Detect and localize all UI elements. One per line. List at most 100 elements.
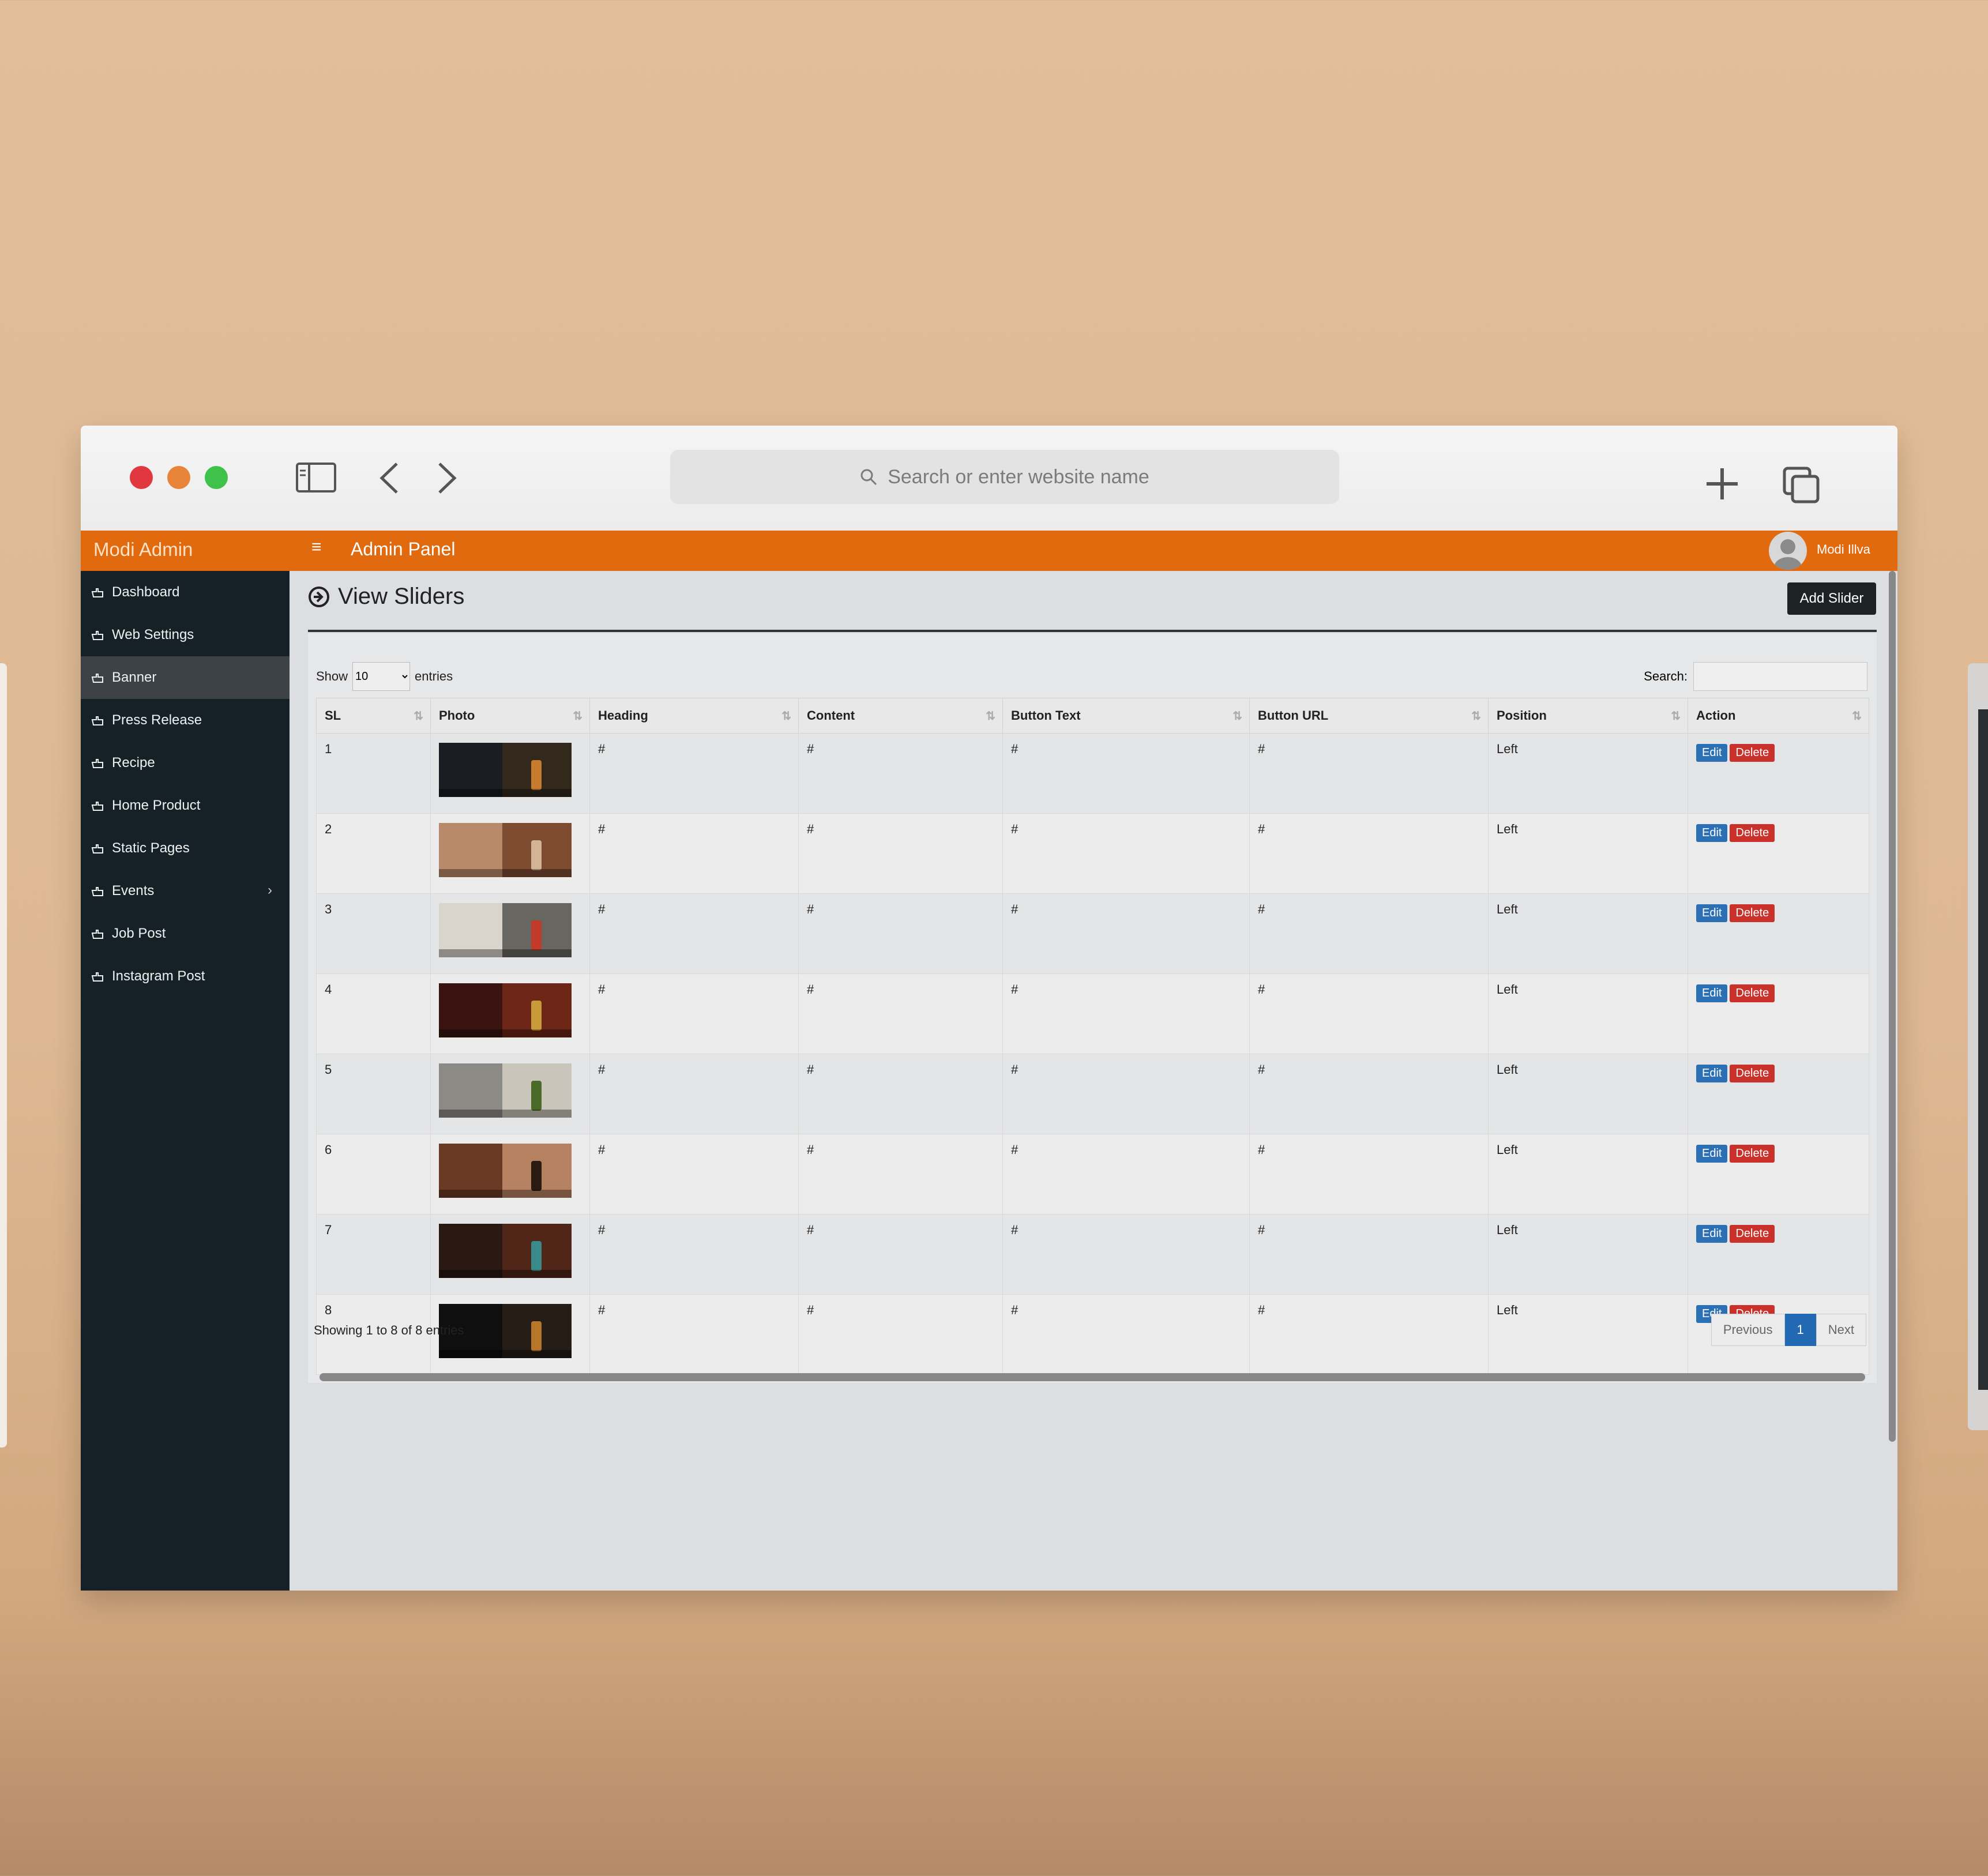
sidebar-item-dashboard[interactable]: Dashboard xyxy=(81,571,290,614)
column-header[interactable]: Position ⇅ xyxy=(1488,698,1688,734)
column-header[interactable]: Action ⇅ xyxy=(1688,698,1869,734)
sidebar: Dashboard Web Settings Banner Press Rele… xyxy=(81,571,290,1591)
table-row: 5 # # # # Left Edit Delete xyxy=(316,1054,1869,1134)
user-name[interactable]: Modi Illva xyxy=(1817,542,1870,557)
delete-button[interactable]: Delete xyxy=(1730,1145,1775,1163)
back-icon[interactable] xyxy=(375,460,404,496)
position-cell: Left xyxy=(1488,1214,1688,1295)
maximize-window-button[interactable] xyxy=(205,466,228,489)
edit-button[interactable]: Edit xyxy=(1696,824,1728,842)
button-url-cell: # xyxy=(1249,1054,1489,1134)
search-input[interactable] xyxy=(1693,662,1867,691)
vertical-scrollbar[interactable] xyxy=(1889,571,1896,1442)
action-cell: EditDelete xyxy=(1688,1134,1869,1215)
edit-button[interactable]: Edit xyxy=(1696,1225,1728,1243)
search-label: Search: xyxy=(1644,669,1688,683)
position-cell: Left xyxy=(1488,733,1688,814)
search-icon xyxy=(860,469,877,486)
sort-icon: ⇅ xyxy=(1471,710,1481,723)
column-header[interactable]: Heading ⇅ xyxy=(589,698,799,734)
heading-cell: # xyxy=(589,893,799,974)
background-window-left xyxy=(0,663,7,1448)
edit-button[interactable]: Edit xyxy=(1696,1145,1728,1163)
next-page-button[interactable]: Next xyxy=(1816,1314,1866,1346)
table-row: 3 # # # # Left Edit Delete xyxy=(316,893,1869,974)
column-header[interactable]: Button Text ⇅ xyxy=(1002,698,1250,734)
address-bar[interactable]: Search or enter website name xyxy=(670,450,1339,504)
tab-overview-icon[interactable] xyxy=(1782,466,1820,504)
scrollbar-thumb[interactable] xyxy=(320,1373,1865,1381)
column-header[interactable]: Photo ⇅ xyxy=(430,698,590,734)
horizontal-scrollbar[interactable] xyxy=(308,1371,1877,1383)
delete-button[interactable]: Delete xyxy=(1730,984,1775,1002)
delete-button[interactable]: Delete xyxy=(1730,744,1775,762)
sidebar-item-instagram-post[interactable]: Instagram Post xyxy=(81,955,290,998)
column-header[interactable]: SL ⇅ xyxy=(316,698,431,734)
sidebar-item-label: Events xyxy=(112,883,155,898)
sidebar-item-label: Instagram Post xyxy=(112,968,205,984)
hand-point-icon xyxy=(91,930,103,939)
button-url-cell: # xyxy=(1249,1294,1489,1375)
sidebar-toggle-icon[interactable] xyxy=(295,460,337,495)
sidebar-item-static-pages[interactable]: Static Pages xyxy=(81,827,290,870)
edit-button[interactable]: Edit xyxy=(1696,744,1728,762)
table-info: Showing 1 to 8 of 8 entries xyxy=(314,1323,464,1337)
action-cell: EditDelete xyxy=(1688,1054,1869,1134)
close-window-button[interactable] xyxy=(130,466,153,489)
delete-button[interactable]: Delete xyxy=(1730,824,1775,842)
photo-cell xyxy=(430,813,590,894)
button-url-cell: # xyxy=(1249,1134,1489,1215)
button-text-cell: # xyxy=(1002,973,1250,1054)
content-cell: # xyxy=(798,893,1003,974)
edit-button[interactable]: Edit xyxy=(1696,984,1728,1002)
browser-window: Search or enter website name Modi Admin … xyxy=(81,426,1897,1591)
content-cell: # xyxy=(798,733,1003,814)
delete-button[interactable]: Delete xyxy=(1730,1065,1775,1082)
table-row: 7 # # # # Left Edit Delete xyxy=(316,1214,1869,1295)
page-1-button[interactable]: 1 xyxy=(1784,1314,1816,1346)
hand-point-icon xyxy=(91,674,103,683)
slider-thumbnail-image xyxy=(439,903,572,957)
photo-cell xyxy=(430,1214,590,1295)
edit-button[interactable]: Edit xyxy=(1696,1065,1728,1082)
entries-select[interactable]: 10 xyxy=(352,662,411,691)
sort-icon: ⇅ xyxy=(781,710,791,723)
sidebar-item-web-settings[interactable]: Web Settings xyxy=(81,614,290,656)
avatar[interactable] xyxy=(1769,532,1807,570)
delete-button[interactable]: Delete xyxy=(1730,904,1775,922)
minimize-window-button[interactable] xyxy=(167,466,190,489)
sl-cell: 4 xyxy=(316,973,431,1054)
page-title-text: View Sliders xyxy=(338,584,465,609)
sidebar-item-press-release[interactable]: Press Release xyxy=(81,699,290,742)
button-text-cell: # xyxy=(1002,893,1250,974)
brand-logo[interactable]: Modi Admin xyxy=(93,539,193,561)
hand-point-icon xyxy=(91,759,103,768)
sl-cell: 1 xyxy=(316,733,431,814)
sidebar-item-events[interactable]: Events › xyxy=(81,870,290,912)
column-header[interactable]: Button URL ⇅ xyxy=(1249,698,1489,734)
table-header-row: SL ⇅ Photo ⇅ Heading ⇅ Content ⇅ Button Text… xyxy=(316,698,1869,734)
sidebar-item-label: Job Post xyxy=(112,926,166,941)
button-text-cell: # xyxy=(1002,1214,1250,1295)
sidebar-item-job-post[interactable]: Job Post xyxy=(81,912,290,955)
hand-point-icon xyxy=(91,802,103,811)
column-header[interactable]: Content ⇅ xyxy=(798,698,1003,734)
add-slider-button[interactable]: Add Slider xyxy=(1787,582,1876,615)
plus-icon[interactable] xyxy=(1704,466,1740,502)
sidebar-item-home-product[interactable]: Home Product xyxy=(81,784,290,827)
button-text-cell: # xyxy=(1002,1134,1250,1215)
table-row: 6 # # # # Left Edit Delete xyxy=(316,1134,1869,1215)
hand-point-icon xyxy=(91,588,103,597)
sidebar-item-banner[interactable]: Banner xyxy=(81,656,290,699)
heading-cell: # xyxy=(589,1134,799,1215)
forward-icon[interactable] xyxy=(433,460,461,496)
previous-page-button[interactable]: Previous xyxy=(1711,1314,1785,1346)
slider-thumbnail-image xyxy=(439,1224,572,1278)
sort-icon: ⇅ xyxy=(414,710,423,723)
action-cell: EditDelete xyxy=(1688,973,1869,1054)
edit-button[interactable]: Edit xyxy=(1696,904,1728,922)
delete-button[interactable]: Delete xyxy=(1730,1225,1775,1243)
button-text-cell: # xyxy=(1002,813,1250,894)
menu-toggle-icon[interactable]: ≡ xyxy=(311,537,322,557)
sidebar-item-recipe[interactable]: Recipe xyxy=(81,742,290,784)
